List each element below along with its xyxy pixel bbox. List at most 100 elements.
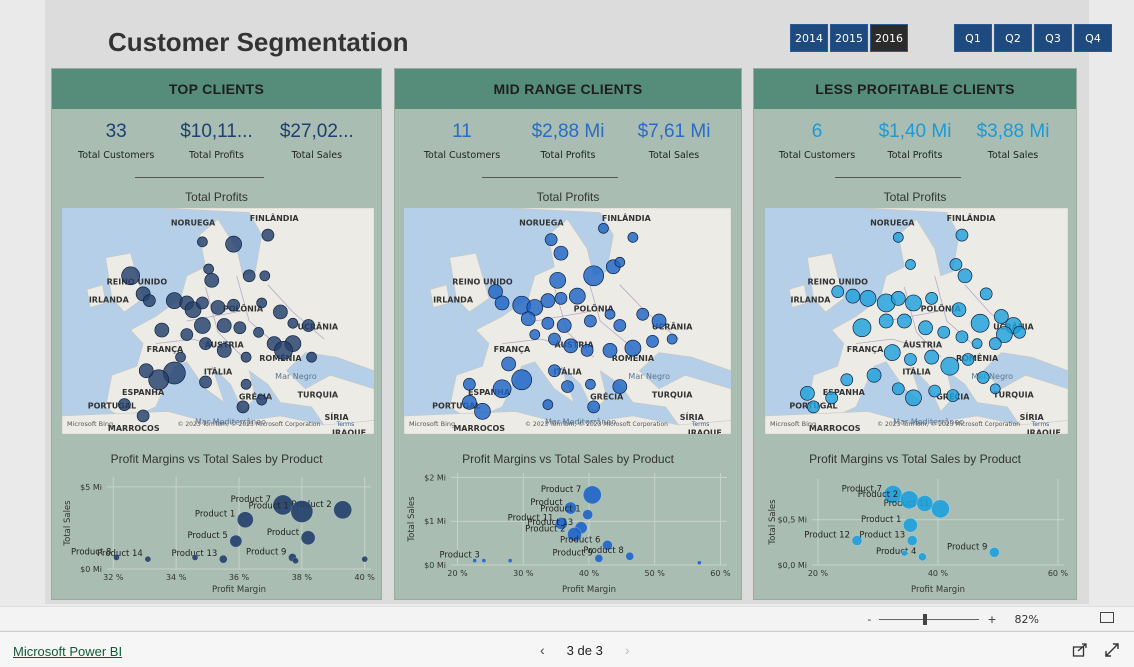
scatter-point[interactable] — [218, 554, 228, 564]
map-bubble[interactable] — [542, 399, 554, 410]
map-bubble[interactable] — [204, 272, 220, 288]
year-button-2016[interactable]: 2016 — [870, 24, 908, 52]
map-bubble[interactable] — [227, 298, 240, 312]
map-bubble[interactable] — [890, 291, 906, 306]
map-bubble[interactable] — [800, 385, 815, 401]
map-bubble[interactable] — [541, 316, 555, 330]
map-bubble[interactable] — [627, 232, 639, 243]
map-bubble[interactable] — [883, 344, 901, 361]
scatter-point[interactable] — [582, 485, 602, 505]
map-bubble[interactable] — [624, 339, 642, 357]
map-bubble[interactable] — [598, 222, 609, 234]
share-icon[interactable] — [1072, 642, 1088, 658]
map-bubble[interactable] — [556, 318, 572, 333]
map-bubble[interactable] — [904, 353, 917, 366]
map-bubble[interactable] — [905, 294, 922, 312]
scatter-point[interactable] — [333, 500, 353, 520]
map-bubble[interactable] — [474, 403, 491, 420]
map-bubble[interactable] — [529, 329, 541, 340]
scatter-point[interactable] — [507, 558, 513, 563]
map-bubble[interactable] — [946, 389, 960, 402]
map-bubble[interactable] — [548, 332, 561, 346]
scatter-point[interactable] — [191, 554, 199, 561]
map-bubble[interactable] — [937, 325, 951, 339]
map-bubble[interactable] — [951, 302, 967, 318]
map-bubble[interactable] — [197, 236, 208, 248]
map-bubble[interactable] — [989, 383, 1001, 395]
next-page-button[interactable]: › — [625, 642, 630, 658]
quarter-button-q3[interactable]: Q3 — [1034, 24, 1072, 52]
map-terms-link[interactable]: Terms — [336, 421, 355, 428]
map-bubble[interactable] — [511, 369, 533, 391]
map-bubble[interactable] — [831, 285, 845, 298]
profit-map[interactable]: NORUEGA FINLÂNDIA REINO UNIDO IRLANDA POLÔNI… — [62, 208, 374, 434]
map-bubble[interactable] — [216, 343, 232, 358]
map-bubble[interactable] — [554, 292, 568, 305]
map-bubble[interactable] — [614, 256, 626, 268]
map-bubble[interactable] — [494, 295, 510, 311]
map-bubble[interactable] — [651, 313, 667, 329]
map-bubble[interactable] — [306, 351, 317, 363]
map-bubble[interactable] — [584, 314, 597, 328]
map-bubble[interactable] — [240, 378, 252, 390]
zoom-out-button[interactable]: - — [867, 613, 871, 626]
map-bubble[interactable] — [274, 341, 293, 360]
scatter-point[interactable] — [903, 517, 918, 533]
fullscreen-icon[interactable] — [1104, 642, 1120, 658]
map-bubble[interactable] — [859, 290, 877, 307]
map-bubble[interactable] — [1013, 325, 1026, 339]
scatter-point[interactable] — [916, 495, 934, 512]
quarter-button-q2[interactable]: Q2 — [994, 24, 1032, 52]
map-bubble[interactable] — [175, 351, 186, 363]
map-bubble[interactable] — [905, 259, 916, 270]
map-bubble[interactable] — [613, 319, 627, 332]
map-bubble[interactable] — [976, 371, 990, 384]
map-bubble[interactable] — [121, 266, 140, 286]
zoom-slider[interactable] — [879, 614, 980, 625]
map-terms-link[interactable]: Terms — [691, 421, 710, 428]
map-bubble[interactable] — [587, 400, 601, 414]
map-bubble[interactable] — [979, 287, 993, 301]
map-bubble[interactable] — [548, 364, 561, 378]
map-bubble[interactable] — [925, 292, 938, 305]
map-bubble[interactable] — [568, 287, 586, 305]
map-bubble[interactable] — [273, 304, 288, 320]
year-button-2015[interactable]: 2015 — [830, 24, 868, 52]
map-bubble[interactable] — [666, 333, 678, 345]
map-bubble[interactable] — [118, 398, 131, 411]
map-bubble[interactable] — [840, 373, 854, 387]
map-bubble[interactable] — [462, 395, 477, 410]
scatter-point[interactable] — [901, 549, 908, 557]
map-bubble[interactable] — [501, 356, 516, 372]
profit-map[interactable]: NORUEGA FINLÂNDIA REINO UNIDO IRLANDA POLÔNI… — [765, 208, 1068, 434]
scatter-point[interactable] — [290, 500, 314, 523]
map-bubble[interactable] — [540, 293, 556, 309]
map-bubble[interactable] — [225, 235, 242, 253]
scatter-point[interactable] — [906, 535, 918, 546]
scatter-point[interactable] — [481, 558, 487, 563]
scatter-point[interactable] — [144, 555, 152, 563]
map-bubble[interactable] — [236, 400, 250, 414]
scatter-point[interactable] — [361, 555, 369, 563]
map-bubble[interactable] — [905, 389, 922, 407]
map-bubble[interactable] — [646, 334, 659, 348]
map-bubble[interactable] — [580, 344, 594, 357]
map-bubble[interactable] — [955, 330, 969, 344]
zoom-slider-handle[interactable] — [923, 614, 928, 625]
map-bubble[interactable] — [261, 228, 275, 242]
map-bubble[interactable] — [203, 263, 214, 275]
zoom-in-button[interactable]: + — [987, 613, 996, 626]
previous-page-button[interactable]: ‹ — [540, 642, 545, 658]
map-bubble[interactable] — [492, 379, 512, 399]
map-bubble[interactable] — [878, 313, 894, 329]
map-bubble[interactable] — [612, 379, 628, 394]
scatter-point[interactable] — [582, 509, 593, 520]
map-bubble[interactable] — [136, 409, 150, 423]
map-bubble[interactable] — [891, 382, 905, 396]
scatter-point[interactable] — [625, 551, 635, 561]
map-bubble[interactable] — [194, 317, 211, 334]
map-bubble[interactable] — [196, 296, 209, 310]
map-bubble[interactable] — [199, 375, 212, 389]
map-bubble[interactable] — [604, 308, 616, 320]
map-bubble[interactable] — [553, 245, 569, 261]
